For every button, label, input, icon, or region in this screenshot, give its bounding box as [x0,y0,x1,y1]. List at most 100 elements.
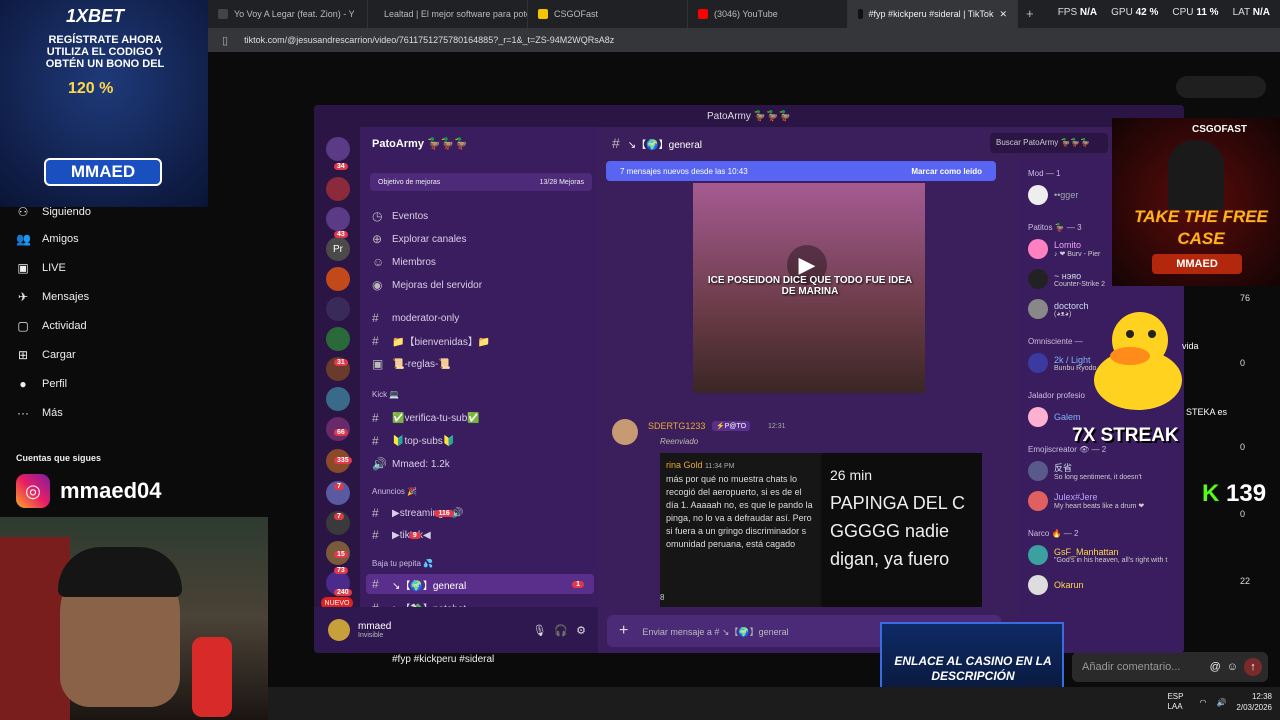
menu-item-1[interactable]: ⊕ Explorar canales [372,232,466,246]
message-avatar[interactable] [612,419,638,445]
server-icon-4[interactable] [326,267,350,291]
channel-category[interactable]: Kick 💻 [372,390,399,399]
settings-icon[interactable]: ⚙ [576,624,586,637]
member-item[interactable]: 反省 So long sentiment, it doesn't [1028,461,1142,481]
menu-icon: ☺ [372,255,385,269]
language-indicator[interactable]: ESP LAA [1167,692,1189,712]
account-name: mmaed04 [60,478,162,503]
channel-hash-icon: # [612,135,620,151]
like-count[interactable]: 22 [1240,576,1250,586]
channel-category[interactable]: Baja tu pepita 💦 [372,559,433,568]
nav-item-1[interactable]: 👥 Amigos [0,224,208,253]
nav-item-6[interactable]: ● Perfil [0,369,208,398]
channel-category[interactable]: Anuncios 🎉 [372,487,417,496]
channel-item[interactable]: ▣ 📜-reglas-📜 [372,357,451,371]
like-count[interactable]: 76 [1240,293,1250,303]
followed-account[interactable]: ◎ mmaed04 [16,474,162,508]
message-tag: ⚡P@TO [712,421,751,431]
channel-item[interactable]: # ↘【🌍】general 1 [366,574,594,594]
member-item[interactable]: 2k / Light Bunbu Ryodo [1028,353,1096,373]
member-item[interactable]: Galem [1028,407,1081,427]
instagram-icon: ◎ [16,474,50,508]
member-item[interactable]: doctorch (◕ᴥ◕) [1028,299,1089,319]
tab-3[interactable]: (3046) YouTube [688,0,848,28]
mention-icon[interactable]: @ [1210,661,1221,673]
server-icon-3[interactable]: Pr [326,237,350,261]
server-icon-0[interactable] [326,137,350,161]
close-tab-icon[interactable]: ✕ [999,9,1007,20]
address-bar[interactable]: ▯ tiktok.com/@jesusandrescarrion/video/7… [208,28,1280,52]
channel-item[interactable]: # ✅verifica-tu-sub✅ [372,411,480,425]
nav-item-7[interactable]: ··· Más [0,398,208,427]
clock-date: 2/03/2026 [1236,703,1272,712]
search-input[interactable]: Buscar PatoArmy 🦆🦆🦆 [990,133,1108,153]
forwarded-screenshot[interactable]: rina Gold 11:34 PM más por qué no muestr… [660,453,982,607]
channel-item[interactable]: # 📁【bienvenidas】📁 [372,333,490,349]
server-icon-2[interactable] [326,207,350,231]
member-item[interactable]: Julex#Jere My heart beats like a drum ❤ [1028,491,1144,511]
server-icon-6[interactable] [326,327,350,351]
ad-percent: 120 % [68,80,114,97]
member-item[interactable]: Okarun [1028,575,1084,595]
send-icon[interactable]: ↑ [1244,658,1262,676]
wifi-icon[interactable]: ◠ [1199,698,1206,707]
boost-progress: 13/28 Mejoras [539,178,584,186]
user-avatar[interactable] [328,619,350,641]
channel-item[interactable]: #▶tiktok◀9 [372,528,431,542]
duck-sticker [1094,312,1182,410]
channel-item[interactable]: # 🔰top-subs🔰 [372,434,455,448]
server-icon-5[interactable] [326,297,350,321]
discord-window: PatoArmy 🦆🦆🦆 Pr NUEVO 34 43 31 66 335 7 7 15 73 240… [314,105,1184,653]
mark-read-button[interactable]: Marcar como leído [911,167,982,176]
attach-icon[interactable]: + [619,622,628,640]
url-text[interactable]: tiktok.com/@jesusandrescarrion/video/761… [244,35,614,45]
video-hashtags[interactable]: #fyp #kickperu #sideral [392,654,494,665]
member-item[interactable]: Lomito ♪ ❤ Burv - Pier [1028,239,1100,259]
channel-item[interactable]: 🔊 Mmaed: 1.2k [372,457,450,471]
bookmark-icon[interactable]: ▯ [222,34,228,47]
tab-1[interactable]: Lealtad | El mejor software para pote [368,0,528,28]
comment-input[interactable]: Añadir comentario... @ ☺ ↑ [1072,652,1268,682]
headphones-icon[interactable]: 🎧 [554,624,568,637]
message-author[interactable]: SDERTG1233 [648,421,705,431]
mic-icon[interactable]: 🎙 [532,624,546,637]
new-tab-button[interactable]: + [1018,0,1042,28]
channel-label: 📜-reglas-📜 [392,358,451,370]
tiktok-top-actions[interactable] [1176,76,1266,98]
tab-0[interactable]: Yo Voy A Legar (feat. Zion) - Y [208,0,368,28]
video-embed[interactable]: ▶ ICE POSEIDON DICE QUE TODO FUE IDEA DE… [693,183,925,393]
channel-label: ↘【🌍】general [392,580,467,592]
menu-item-3[interactable]: ◉ Mejoras del servidor [372,278,482,292]
member-item[interactable]: GsF_Manhattan "God's in his heaven, all's… [1028,545,1167,565]
server-icon-1[interactable] [326,177,350,201]
tab-2[interactable]: CSGOFast [528,0,688,28]
nav-item-2[interactable]: ▣ LIVE [0,253,208,282]
new-messages-bar[interactable]: 7 mensajes nuevos desde las 10:43 Marcar… [606,161,996,181]
like-count[interactable]: 0 [1240,358,1245,368]
like-count[interactable]: 0 [1240,509,1245,519]
clock[interactable]: 12:38 2/03/2026 [1236,691,1272,713]
channel-item[interactable]: # moderator-only [372,311,459,325]
kick-counter: K 139 [1202,480,1266,508]
member-item[interactable]: ••gger [1028,185,1078,205]
member-name: 2k / Light [1054,354,1091,365]
nav-item-3[interactable]: ✈ Mensajes [0,282,208,311]
menu-item-2[interactable]: ☺ Miembros [372,255,436,269]
channel-item[interactable]: # ▶streaming◀🔊 116 [372,506,464,520]
member-text: Galem [1054,412,1081,422]
server-name[interactable]: PatoArmy 🦆🦆🦆 [372,137,468,150]
server-icon-8[interactable] [326,387,350,411]
member-item[interactable]: ~ нэяо Counter-Strike 2 [1028,269,1105,289]
tab-4[interactable]: #fyp #kickperu #sideral | TikTok ✕ [848,0,1018,28]
nav-label: Mensajes [42,290,90,303]
like-count[interactable]: 0 [1240,442,1245,452]
volume-icon[interactable]: 🔊 [1216,698,1226,707]
boost-goal[interactable]: Objetivo de mejoras 13/28 Mejoras [370,173,592,191]
emoji-icon[interactable]: ☺ [1227,661,1238,673]
menu-item-0[interactable]: ◷ Eventos [372,209,428,223]
menu-label: Explorar canales [392,233,467,245]
nav-item-4[interactable]: ▢ Actividad [0,311,208,340]
nav-item-5[interactable]: ⊞ Cargar [0,340,208,369]
server-badge: 15 [334,551,348,558]
reaction-count[interactable]: 8 [660,593,664,602]
